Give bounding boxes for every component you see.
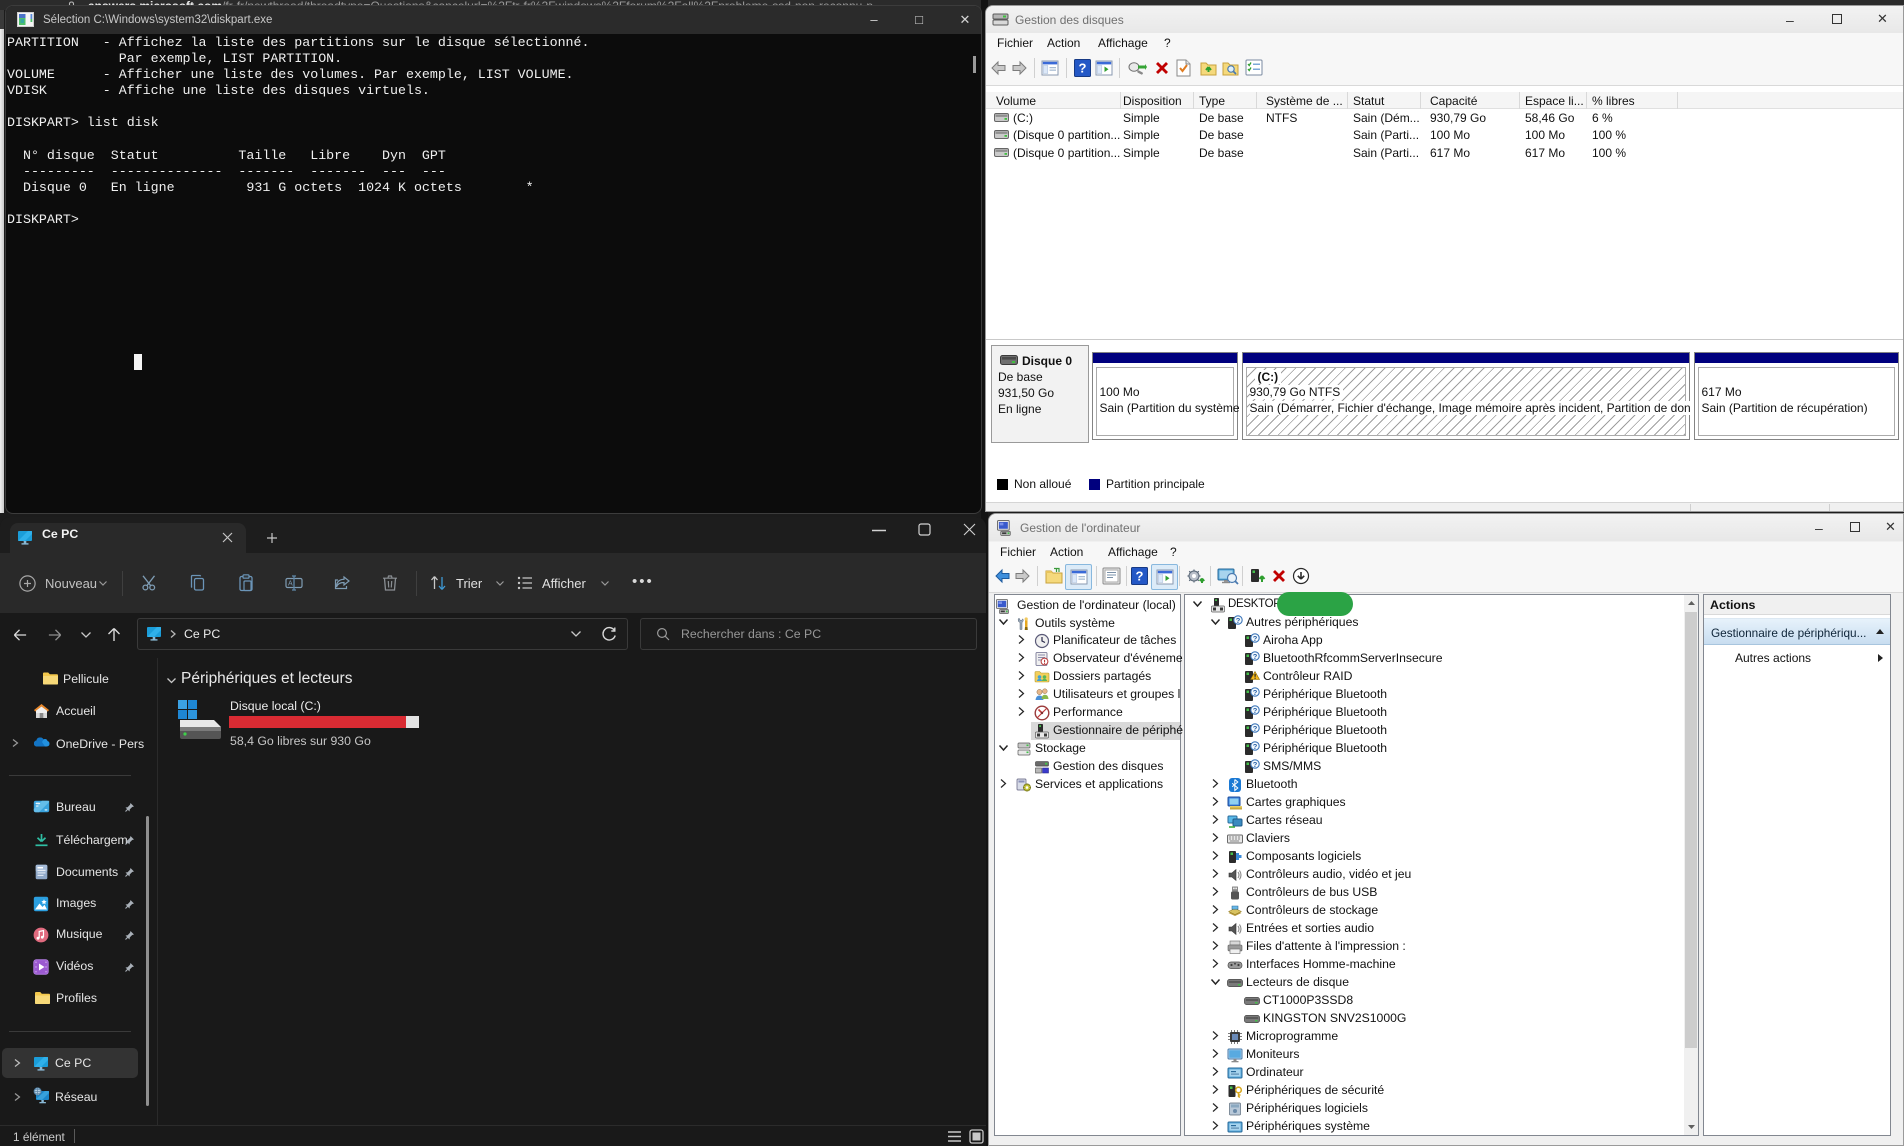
svg-text:?: ?: [1079, 61, 1087, 76]
svg-text:?: ?: [1136, 569, 1144, 584]
svg-text:A: A: [288, 581, 293, 588]
